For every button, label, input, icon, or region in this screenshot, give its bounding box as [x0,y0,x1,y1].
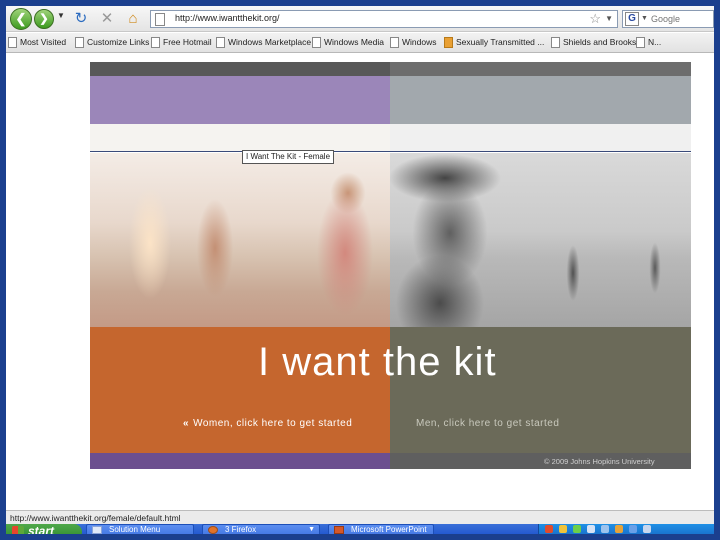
screen-frame: ❮ ❯ ▼ ↻ ✕ ⌂ http://www.iwantthekit.org/ … [6,6,714,534]
task-solution-menu[interactable]: Solution Menu [86,524,194,534]
home-icon[interactable]: ⌂ [124,10,142,28]
bookmark-free-hotmail[interactable]: Free Hotmail [151,37,212,49]
kit-splash: I Want The Kit - Female I want the kit «… [90,62,691,469]
chevron-left-icon: « [183,418,190,429]
tray-icon[interactable] [629,525,637,533]
spacer-right [390,124,691,152]
bookmark-shields-and-brooks[interactable]: Shields and Brooks ... [551,37,646,49]
back-button[interactable]: ❮ [10,8,32,30]
task-firefox[interactable]: 3 Firefox ▼ [202,524,320,534]
women-start-link[interactable]: «Women, click here to get started [183,418,352,429]
men-color-band [390,76,691,124]
tray-icon[interactable] [615,525,623,533]
bookmark-windows[interactable]: Windows [390,37,436,49]
status-text: http://www.iwantthekit.org/female/defaul… [10,513,181,523]
chevron-down-icon: ▼ [308,526,315,533]
tray-icon[interactable] [643,525,651,533]
bottom-strip-left [90,453,390,469]
tray-icon[interactable] [573,525,581,533]
firefox-icon [208,526,218,534]
men-photo[interactable] [390,153,691,327]
url-dropdown-icon[interactable]: ▼ [605,14,613,23]
page-icon [636,37,645,49]
history-dropdown-icon[interactable]: ▼ [57,11,65,20]
bookmark-overflow[interactable]: N... [636,37,661,49]
powerpoint-icon [334,526,344,534]
windows-logo-icon [12,526,24,534]
page-icon [216,37,225,49]
url-text[interactable]: http://www.iwantthekit.org/ [175,13,280,23]
page-icon [75,37,84,49]
navigation-toolbar: ❮ ❯ ▼ ↻ ✕ ⌂ http://www.iwantthekit.org/ … [6,6,714,32]
page-icon [390,37,399,49]
men-start-link[interactable]: Men, click here to get started [416,418,559,429]
reload-icon[interactable]: ↻ [72,10,90,28]
bookmarks-toolbar: Most Visited Customize Links Free Hotmai… [6,33,714,53]
status-bar: http://www.iwantthekit.org/female/defaul… [6,510,714,524]
start-button[interactable]: start [6,524,82,534]
search-bar[interactable]: G ▼ [622,10,714,28]
top-strip-left [90,62,390,76]
tray-icon[interactable] [559,525,567,533]
tray-icon[interactable] [601,525,609,533]
bookmark-windows-marketplace[interactable]: Windows Marketplace [216,37,311,49]
women-photo[interactable] [90,153,390,327]
women-color-band [90,76,390,124]
spacer-left [90,124,390,152]
stop-icon[interactable]: ✕ [98,10,116,28]
forward-button[interactable]: ❯ [34,9,54,29]
address-bar[interactable]: http://www.iwantthekit.org/ ☆ ▼ [150,10,618,28]
bookmark-customize-links[interactable]: Customize Links [75,37,149,49]
headline: I want the kit [258,340,497,384]
tooltip: I Want The Kit - Female [242,150,335,164]
page-icon [8,37,17,49]
page-icon [155,13,165,26]
top-strip-right [390,62,691,76]
page-content: I Want The Kit - Female I want the kit «… [6,54,714,510]
window-icon [92,526,102,534]
page-icon [151,37,160,49]
taskbar: start Solution Menu 3 Firefox ▼ Microsoft… [6,524,714,534]
bookmark-star-icon[interactable]: ☆ [589,11,601,27]
system-tray [538,524,714,534]
task-powerpoint[interactable]: Microsoft PowerPoint [328,524,434,534]
search-engine-dropdown-icon[interactable]: ▼ [641,15,648,22]
women-link-label: Women, click here to get started [193,418,353,429]
page-icon [551,37,560,49]
tray-icon[interactable] [545,525,553,533]
copyright: © 2009 Johns Hopkins University [544,457,655,466]
bookmark-windows-media[interactable]: Windows Media [312,37,384,49]
search-input[interactable] [651,11,711,27]
rss-icon [444,37,453,49]
start-label: start [28,524,55,534]
page-icon [312,37,321,49]
google-icon[interactable]: G [625,12,639,26]
bookmark-sexually-transmitted[interactable]: Sexually Transmitted ... [444,37,544,49]
bookmark-most-visited[interactable]: Most Visited [8,37,66,49]
tray-icon[interactable] [587,525,595,533]
